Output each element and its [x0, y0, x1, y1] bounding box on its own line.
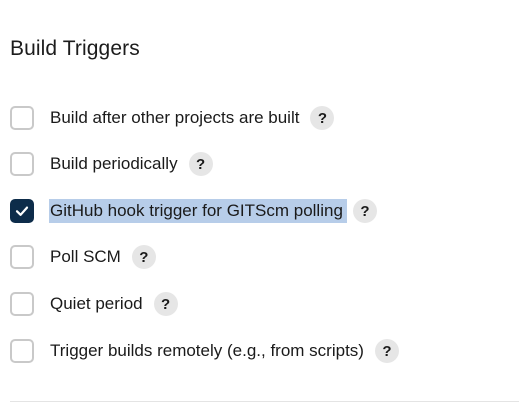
checkbox-build-periodically[interactable]	[10, 152, 34, 176]
trigger-poll-scm[interactable]: Poll SCM ?	[10, 243, 156, 271]
help-icon[interactable]: ?	[374, 339, 399, 363]
section-title: Build Triggers	[10, 37, 140, 60]
trigger-quiet-period[interactable]: Quiet period ?	[10, 290, 178, 318]
checkbox-quiet-period[interactable]	[10, 292, 34, 316]
help-icon[interactable]: ?	[310, 106, 335, 130]
trigger-label[interactable]: Poll SCM	[50, 245, 121, 269]
trigger-label[interactable]: Trigger builds remotely (e.g., from scri…	[50, 339, 364, 363]
help-icon[interactable]: ?	[352, 199, 377, 223]
trigger-builds-remotely[interactable]: Trigger builds remotely (e.g., from scri…	[10, 337, 399, 365]
help-icon[interactable]: ?	[131, 245, 156, 269]
help-icon[interactable]: ?	[188, 152, 213, 176]
trigger-label[interactable]: Quiet period	[50, 292, 143, 316]
trigger-build-after-other-projects[interactable]: Build after other projects are built ?	[10, 104, 335, 132]
trigger-label[interactable]: GitHub hook trigger for GITScm polling	[49, 199, 347, 223]
trigger-label[interactable]: Build after other projects are built	[50, 106, 299, 130]
help-icon[interactable]: ?	[153, 292, 178, 316]
checkbox-github-hook[interactable]	[10, 199, 34, 223]
trigger-build-periodically[interactable]: Build periodically ?	[10, 150, 213, 178]
check-icon	[15, 206, 29, 216]
checkbox-poll-scm[interactable]	[10, 245, 34, 269]
build-triggers-panel: Build Triggers Build after other project…	[0, 0, 519, 411]
trigger-github-hook[interactable]: GitHub hook trigger for GITScm polling ?	[10, 197, 377, 225]
checkbox-builds-remotely[interactable]	[10, 339, 34, 363]
section-divider	[10, 401, 519, 402]
trigger-label[interactable]: Build periodically	[50, 152, 178, 176]
checkbox-build-after-other-projects[interactable]	[10, 106, 34, 130]
